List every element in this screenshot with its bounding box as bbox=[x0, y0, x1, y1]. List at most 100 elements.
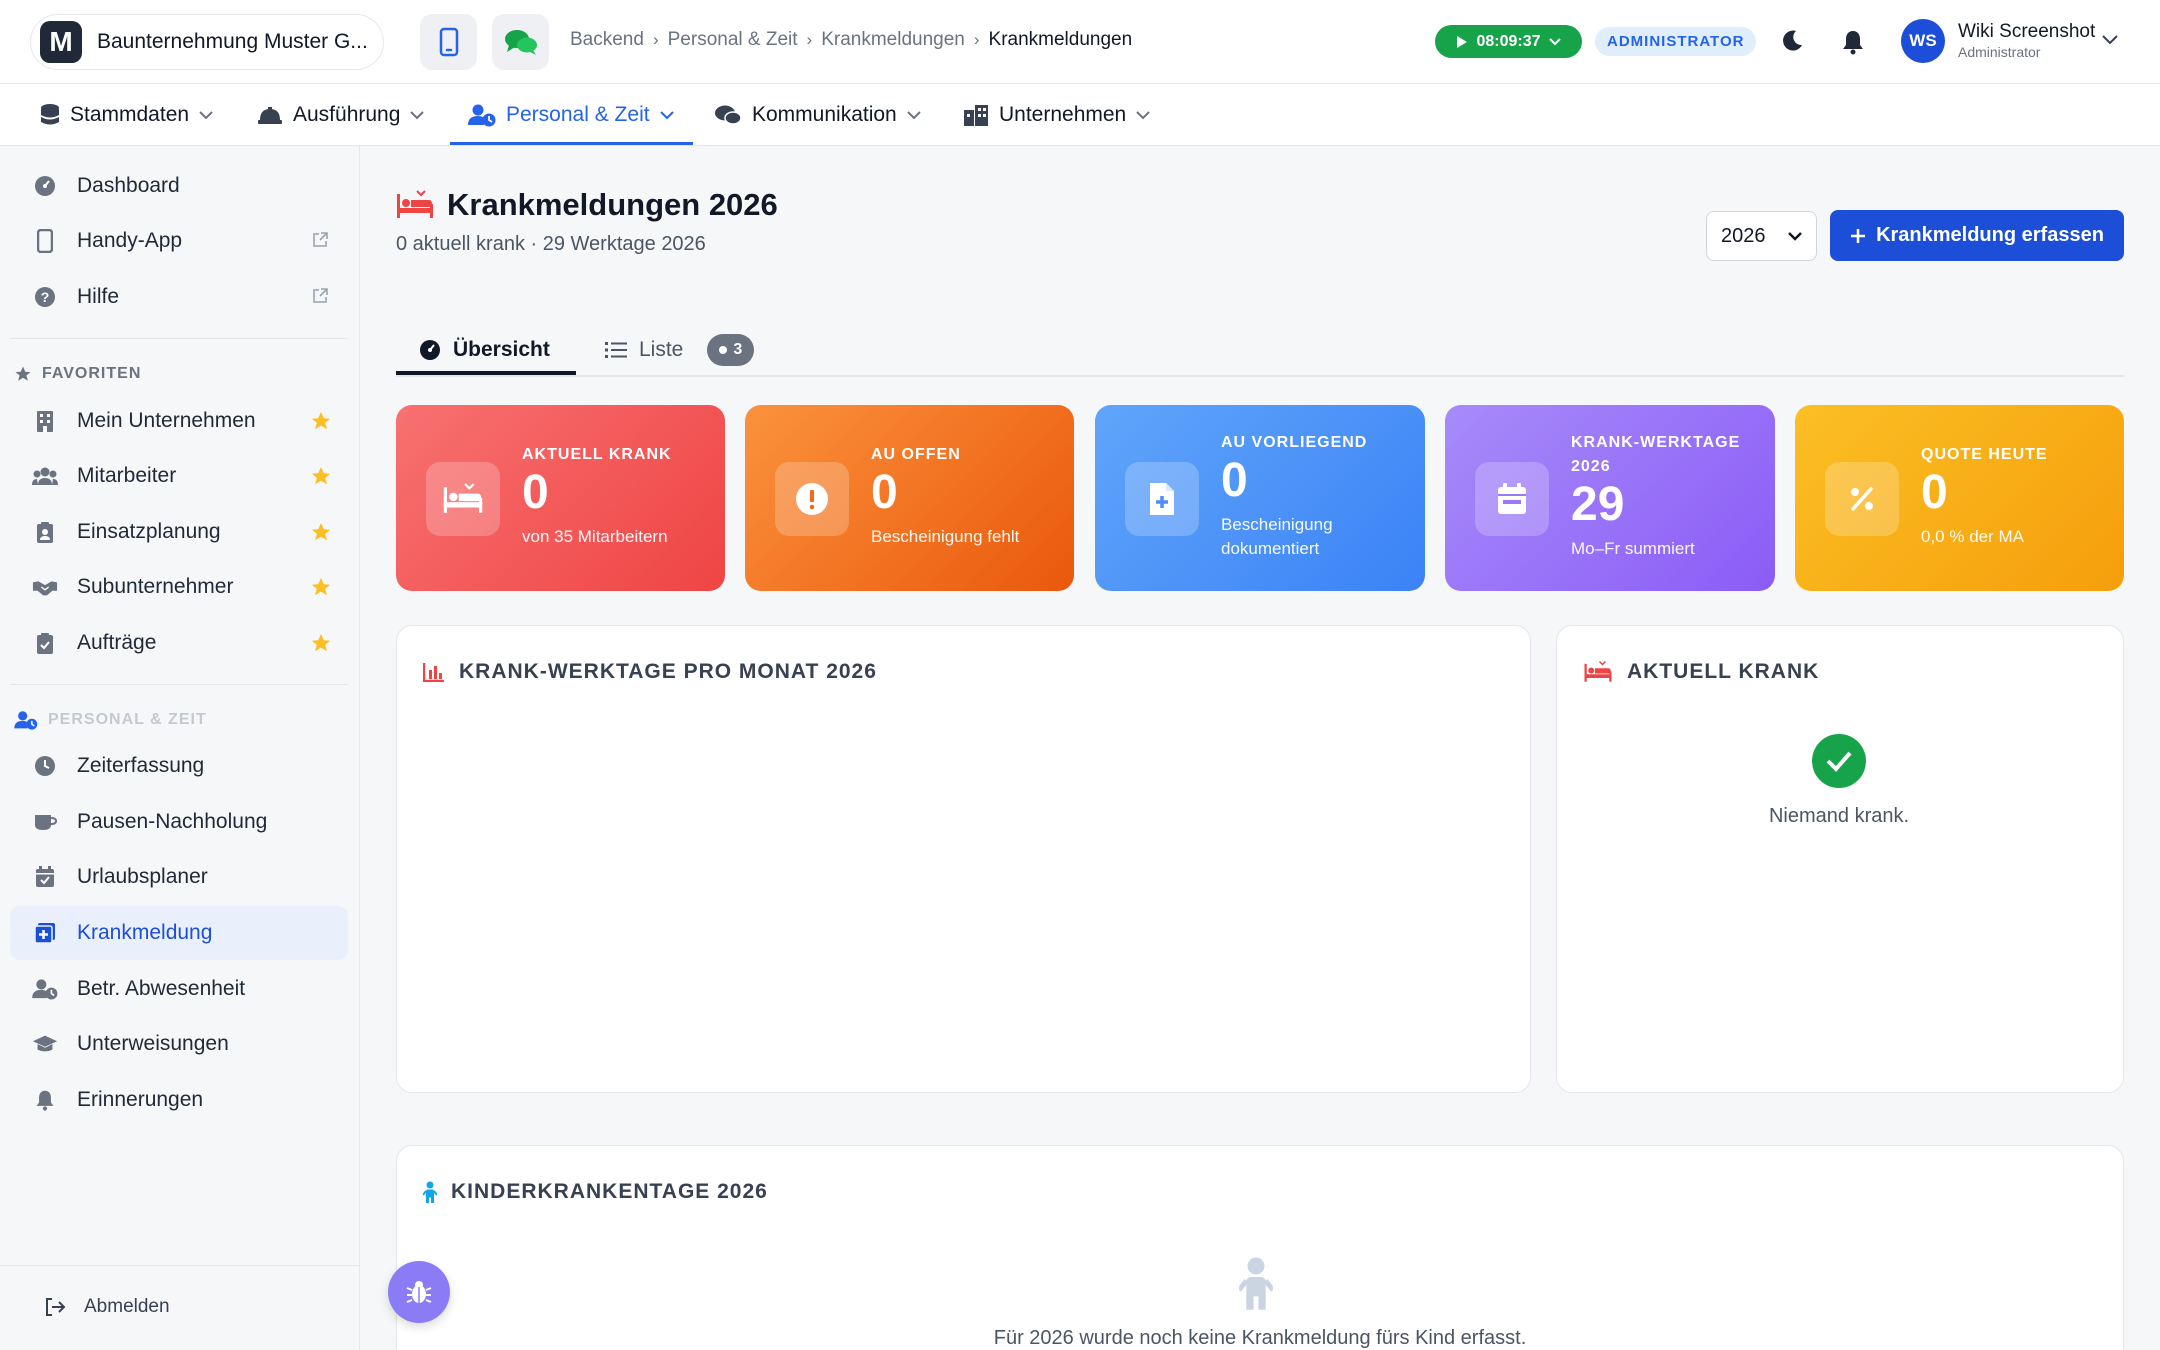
card-title-text: KINDERKRANKENTAGE 2026 bbox=[451, 1180, 768, 1203]
card-title-text: KRANK-WERKTAGE PRO MONAT 2026 bbox=[459, 660, 877, 683]
star-icon bbox=[15, 366, 31, 381]
breadcrumb-item[interactable]: Backend bbox=[570, 29, 644, 51]
stat-desc: 0,0 % der MA bbox=[1921, 527, 2024, 546]
sidebar-item-label: Erinnerungen bbox=[77, 1088, 204, 1111]
user-role: Administrator bbox=[1958, 44, 2041, 60]
chevron-down-icon bbox=[907, 110, 921, 119]
main-nav: Stammdaten Ausführung Personal & Zeit Ko… bbox=[0, 84, 2160, 146]
star-icon[interactable] bbox=[310, 576, 332, 598]
sidebar-item-erinnerungen[interactable]: Erinnerungen bbox=[10, 1073, 348, 1127]
nav-personal-zeit[interactable]: Personal & Zeit bbox=[468, 84, 674, 146]
moon-icon[interactable] bbox=[1779, 28, 1805, 54]
comments-icon bbox=[504, 30, 537, 55]
year-select[interactable]: 2026 bbox=[1706, 211, 1817, 261]
card-title-text: AKTUELL KRANK bbox=[1627, 660, 1820, 683]
sidebar-item-zeiterfassung[interactable]: Zeiterfassung bbox=[10, 739, 348, 793]
sidebar-item-urlaubsplaner[interactable]: Urlaubsplaner bbox=[10, 850, 348, 904]
role-badge: ADMINISTRATOR bbox=[1595, 27, 1757, 56]
tab-liste[interactable]: Liste 3 bbox=[605, 325, 755, 375]
gauge-icon bbox=[420, 340, 440, 360]
add-sick-report-button[interactable]: Krankmeldung erfassen bbox=[1830, 210, 2124, 261]
sidebar-item-label: Dashboard bbox=[77, 174, 180, 197]
chevron-right-icon: › bbox=[652, 30, 659, 49]
sidebar-item-krankmeldung[interactable]: Krankmeldung bbox=[10, 906, 348, 960]
empty-state-text: Niemand krank. bbox=[1768, 805, 1910, 827]
sign-out-icon bbox=[46, 1298, 66, 1316]
calendar-check-icon bbox=[36, 866, 54, 887]
sidebar-item-dashboard[interactable]: Dashboard bbox=[10, 159, 348, 213]
sidebar-item-mitarbeiter[interactable]: Mitarbeiter bbox=[10, 449, 348, 503]
breadcrumb-item[interactable]: Personal & Zeit bbox=[668, 29, 798, 51]
debug-button[interactable] bbox=[388, 1261, 450, 1323]
star-icon[interactable] bbox=[310, 410, 332, 432]
chevron-down-icon bbox=[1788, 231, 1802, 241]
sidebar-item-label: Urlaubsplaner bbox=[77, 865, 208, 888]
stat-value: 29 bbox=[1571, 478, 1625, 531]
company-switcher[interactable]: M Baunternehmung Muster G... bbox=[30, 14, 384, 70]
sidebar-item-einsatzplanung[interactable]: Einsatzplanung bbox=[10, 505, 348, 559]
breadcrumb-current: Krankmeldungen bbox=[988, 29, 1133, 50]
sidebar-item-label: Einsatzplanung bbox=[77, 520, 221, 543]
avatar[interactable]: WS bbox=[1901, 19, 1945, 63]
time-tracking-timer[interactable]: 08:09:37 bbox=[1435, 25, 1582, 58]
section-heading: PERSONAL & ZEIT bbox=[48, 711, 207, 728]
sidebar-item-label: Aufträge bbox=[77, 631, 157, 654]
nav-kommunikation[interactable]: Kommunikation bbox=[714, 84, 921, 146]
city-icon bbox=[964, 105, 988, 126]
chat-button[interactable] bbox=[492, 14, 549, 70]
chevron-down-icon[interactable] bbox=[2102, 35, 2118, 45]
company-name: Baunternehmung Muster G... bbox=[97, 30, 368, 53]
exclamation-icon bbox=[775, 462, 849, 536]
sidebar-item-hilfe[interactable]: ? Hilfe bbox=[10, 270, 348, 324]
sidebar-item-label: Handy-App bbox=[77, 229, 183, 252]
star-icon[interactable] bbox=[310, 465, 332, 487]
user-name[interactable]: Wiki Screenshot bbox=[1958, 21, 2095, 43]
breadcrumb-item[interactable]: Krankmeldungen bbox=[821, 29, 965, 51]
dot-icon bbox=[719, 346, 728, 354]
nav-ausfuehrung[interactable]: Ausführung bbox=[257, 84, 425, 146]
timer-value: 08:09:37 bbox=[1476, 32, 1541, 50]
child-icon bbox=[423, 1181, 437, 1203]
sidebar-item-unterweisungen[interactable]: Unterweisungen bbox=[10, 1017, 348, 1071]
sidebar-item-betr-abwesenheit[interactable]: Betr. Abwesenheit bbox=[10, 962, 348, 1016]
nav-unternehmen[interactable]: Unternehmen bbox=[963, 84, 1150, 146]
top-bar: M Baunternehmung Muster G... Backend › P… bbox=[0, 0, 2160, 84]
stat-label: QUOTE HEUTE bbox=[1921, 446, 2048, 463]
divider bbox=[10, 684, 348, 685]
comments-icon bbox=[715, 105, 742, 125]
graduation-cap-icon bbox=[32, 1035, 58, 1052]
handshake-icon bbox=[32, 581, 58, 596]
stat-desc: von 35 Mitarbeitern bbox=[522, 527, 668, 546]
nav-label: Unternehmen bbox=[999, 103, 1127, 126]
star-icon[interactable] bbox=[310, 632, 332, 654]
sidebar-item-handy-app[interactable]: Handy-App bbox=[10, 214, 348, 268]
star-icon[interactable] bbox=[310, 521, 332, 543]
user-clock-icon bbox=[32, 979, 58, 1000]
stat-value: 0 bbox=[1921, 466, 1948, 519]
stat-card-quote-heute: QUOTE HEUTE 0 0,0 % der MA bbox=[1795, 405, 2124, 591]
bed-icon bbox=[397, 190, 433, 218]
coffee-icon bbox=[35, 815, 57, 830]
bell-icon[interactable] bbox=[1842, 29, 1864, 55]
svg-text:?: ? bbox=[41, 289, 50, 305]
sidebar-item-auftraege[interactable]: Aufträge bbox=[10, 616, 348, 670]
sidebar-item-label: Betr. Abwesenheit bbox=[77, 977, 246, 1000]
sidebar-item-pausen-nachholung[interactable]: Pausen-Nachholung bbox=[10, 795, 348, 849]
stat-value: 0 bbox=[871, 466, 898, 519]
file-medical-icon bbox=[1125, 462, 1199, 536]
external-link-icon bbox=[313, 288, 328, 303]
nav-label: Ausführung bbox=[293, 103, 401, 126]
external-link-icon bbox=[313, 232, 328, 247]
bed-icon bbox=[1584, 660, 1612, 682]
tab-uebersicht[interactable]: Übersicht bbox=[419, 325, 550, 375]
sidebar-item-mein-unternehmen[interactable]: Mein Unternehmen bbox=[10, 394, 348, 448]
nav-stammdaten[interactable]: Stammdaten bbox=[40, 84, 213, 146]
sidebar: Dashboard Handy-App ? Hilfe FAVORITEN Me… bbox=[0, 146, 360, 1350]
logout-button[interactable]: Abmelden bbox=[44, 1296, 170, 1318]
chevron-right-icon: › bbox=[806, 30, 813, 49]
sidebar-item-subunternehmer[interactable]: Subunternehmer bbox=[10, 560, 348, 614]
card-title: KRANK-WERKTAGE PRO MONAT 2026 bbox=[423, 660, 877, 684]
gauge-icon bbox=[35, 176, 55, 196]
mobile-app-button[interactable] bbox=[420, 14, 477, 70]
bug-icon bbox=[406, 1281, 432, 1303]
